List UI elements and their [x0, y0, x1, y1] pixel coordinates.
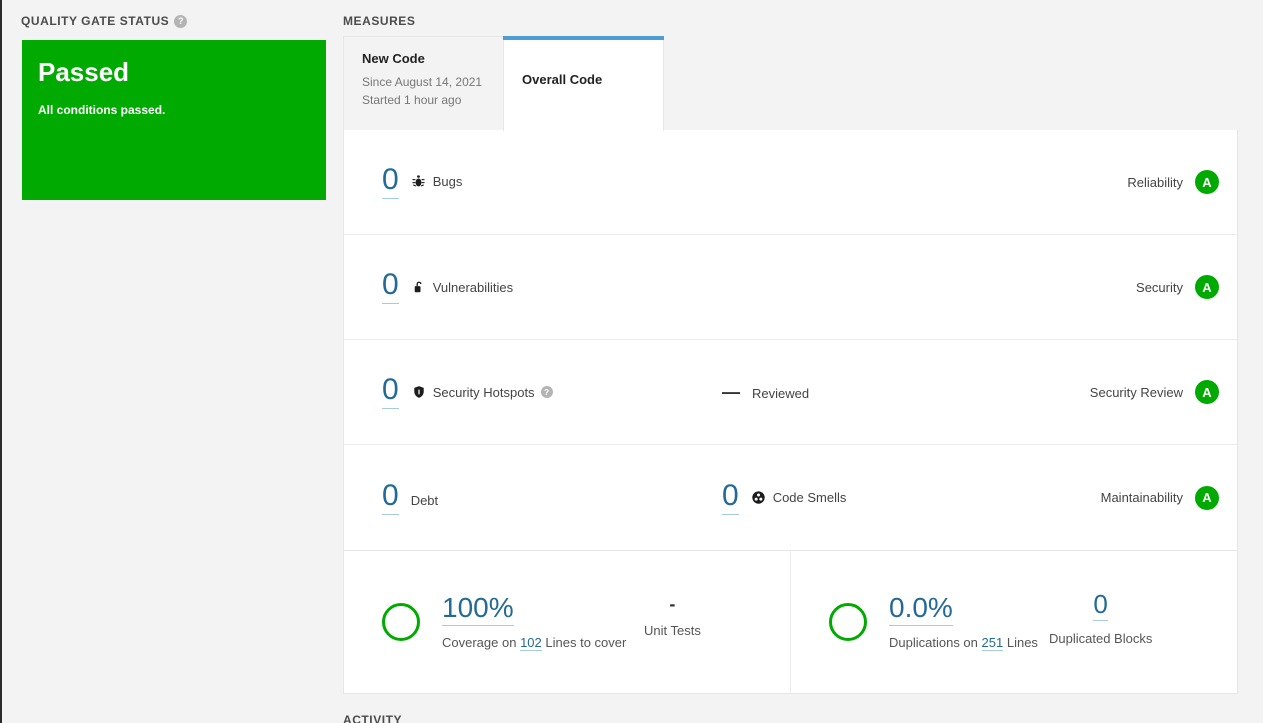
tab-new-code[interactable]: New Code Since August 14, 2021 Started 1…: [343, 36, 504, 131]
duplicated-blocks-stat: 0 Duplicated Blocks: [1049, 591, 1152, 646]
tab-new-code-since: Since August 14, 2021: [362, 75, 483, 89]
coverage-panel: 100% Coverage on 102 Lines to cover - Un…: [344, 551, 790, 693]
coverage-prefix: Coverage on: [442, 635, 517, 650]
code-smell-icon: [751, 489, 767, 505]
duplications-lines-value[interactable]: 251: [981, 635, 1004, 651]
activity-heading-text: ACTIVITY: [343, 713, 403, 723]
left-edge-rail: [0, 0, 2, 723]
reliability-rating-badge[interactable]: A: [1195, 170, 1219, 194]
measures-section-header: MEASURES: [343, 14, 415, 28]
measures-card: 0 Bugs Reliability A 0 Vulnerabilities S…: [343, 130, 1238, 551]
duplications-suffix: Lines: [1006, 635, 1038, 650]
security-hotspots-help-icon[interactable]: ?: [540, 386, 553, 398]
coverage-percent[interactable]: 100%: [442, 594, 514, 626]
reviewed-value: —: [722, 382, 740, 402]
unit-tests-label: Unit Tests: [644, 623, 701, 638]
bugs-value[interactable]: 0: [382, 165, 399, 199]
maintainability-rating-badge[interactable]: A: [1195, 485, 1219, 510]
quality-gate-heading-text: QUALITY GATE STATUS: [21, 14, 170, 28]
tab-overall-code[interactable]: Overall Code: [503, 36, 664, 131]
quality-gate-description: All conditions passed.: [38, 102, 166, 117]
security-hotspots-label-group: Security Hotspots ?: [411, 384, 553, 400]
measure-row-security-hotspots: 0 Security Hotspots ? — Reviewed Securit…: [344, 340, 1237, 445]
security-review-label: Security Review: [1089, 384, 1183, 400]
tab-new-code-label: New Code: [362, 51, 425, 66]
bug-icon: [411, 174, 427, 190]
unit-tests-value: -: [669, 594, 676, 614]
duplications-panel: 0.0% Duplications on 251 Lines 0 Duplica…: [790, 551, 1237, 693]
bugs-label-group: Bugs: [411, 174, 463, 190]
quality-gate-status-text: Passed: [38, 57, 130, 87]
project-overview-page: QUALITY GATE STATUS ? Passed All conditi…: [0, 0, 1263, 723]
security-hotspots-value[interactable]: 0: [382, 375, 399, 409]
reviewed-label: Reviewed: [752, 386, 810, 401]
unit-tests-stat: - Unit Tests: [644, 595, 701, 638]
maintainability-label: Maintainability: [1100, 490, 1183, 505]
security-rating-badge[interactable]: A: [1195, 275, 1219, 299]
activity-section-header: ACTIVITY: [343, 713, 402, 723]
coverage-duplications-card: 100% Coverage on 102 Lines to cover - Un…: [343, 550, 1238, 694]
tab-new-code-started: Started 1 hour ago: [362, 93, 462, 107]
duplications-description: Duplications on 251 Lines: [889, 635, 1038, 651]
measures-heading-text: MEASURES: [343, 14, 416, 28]
security-review-rating-badge[interactable]: A: [1195, 380, 1219, 404]
reliability-label: Reliability: [1127, 174, 1183, 190]
measures-tabs: New Code Since August 14, 2021 Started 1…: [343, 36, 664, 131]
security-hotspots-label: Security Hotspots: [432, 384, 535, 400]
vulnerability-lock-icon: [411, 279, 427, 295]
code-smells-label: Code Smells: [772, 489, 847, 505]
quality-gate-status-panel: Passed All conditions passed.: [22, 40, 326, 200]
code-smells-value[interactable]: 0: [722, 480, 739, 515]
tab-overall-code-label: Overall Code: [522, 72, 603, 87]
bugs-label: Bugs: [432, 174, 463, 189]
duplicated-blocks-label: Duplicated Blocks: [1049, 631, 1153, 646]
coverage-donut-chart: [382, 603, 420, 641]
vulnerabilities-value[interactable]: 0: [382, 270, 399, 304]
coverage-lines-value[interactable]: 102: [520, 635, 542, 651]
security-label: Security: [1136, 279, 1183, 295]
debt-value[interactable]: 0: [382, 480, 399, 515]
vulnerabilities-label: Vulnerabilities: [432, 279, 514, 295]
duplications-donut-chart: [829, 603, 867, 641]
quality-gate-section-header: QUALITY GATE STATUS ?: [21, 14, 188, 28]
measure-row-maintainability: 0 Debt 0 Code Smells Maintainability A: [344, 445, 1237, 550]
help-icon[interactable]: ?: [174, 14, 188, 28]
measure-row-bugs: 0 Bugs Reliability A: [344, 130, 1237, 235]
duplicated-blocks-value[interactable]: 0: [1093, 591, 1108, 621]
measure-row-vulnerabilities: 0 Vulnerabilities Security A: [344, 235, 1237, 340]
vulnerabilities-label-group: Vulnerabilities: [411, 279, 513, 295]
duplications-prefix: Duplications on: [889, 635, 978, 650]
duplications-percent[interactable]: 0.0%: [889, 594, 953, 626]
coverage-suffix: Lines to cover: [545, 635, 627, 650]
shield-icon: [411, 384, 427, 400]
code-smells-label-group: Code Smells: [751, 489, 847, 505]
coverage-description: Coverage on 102 Lines to cover: [442, 635, 627, 651]
debt-label: Debt: [410, 492, 439, 508]
